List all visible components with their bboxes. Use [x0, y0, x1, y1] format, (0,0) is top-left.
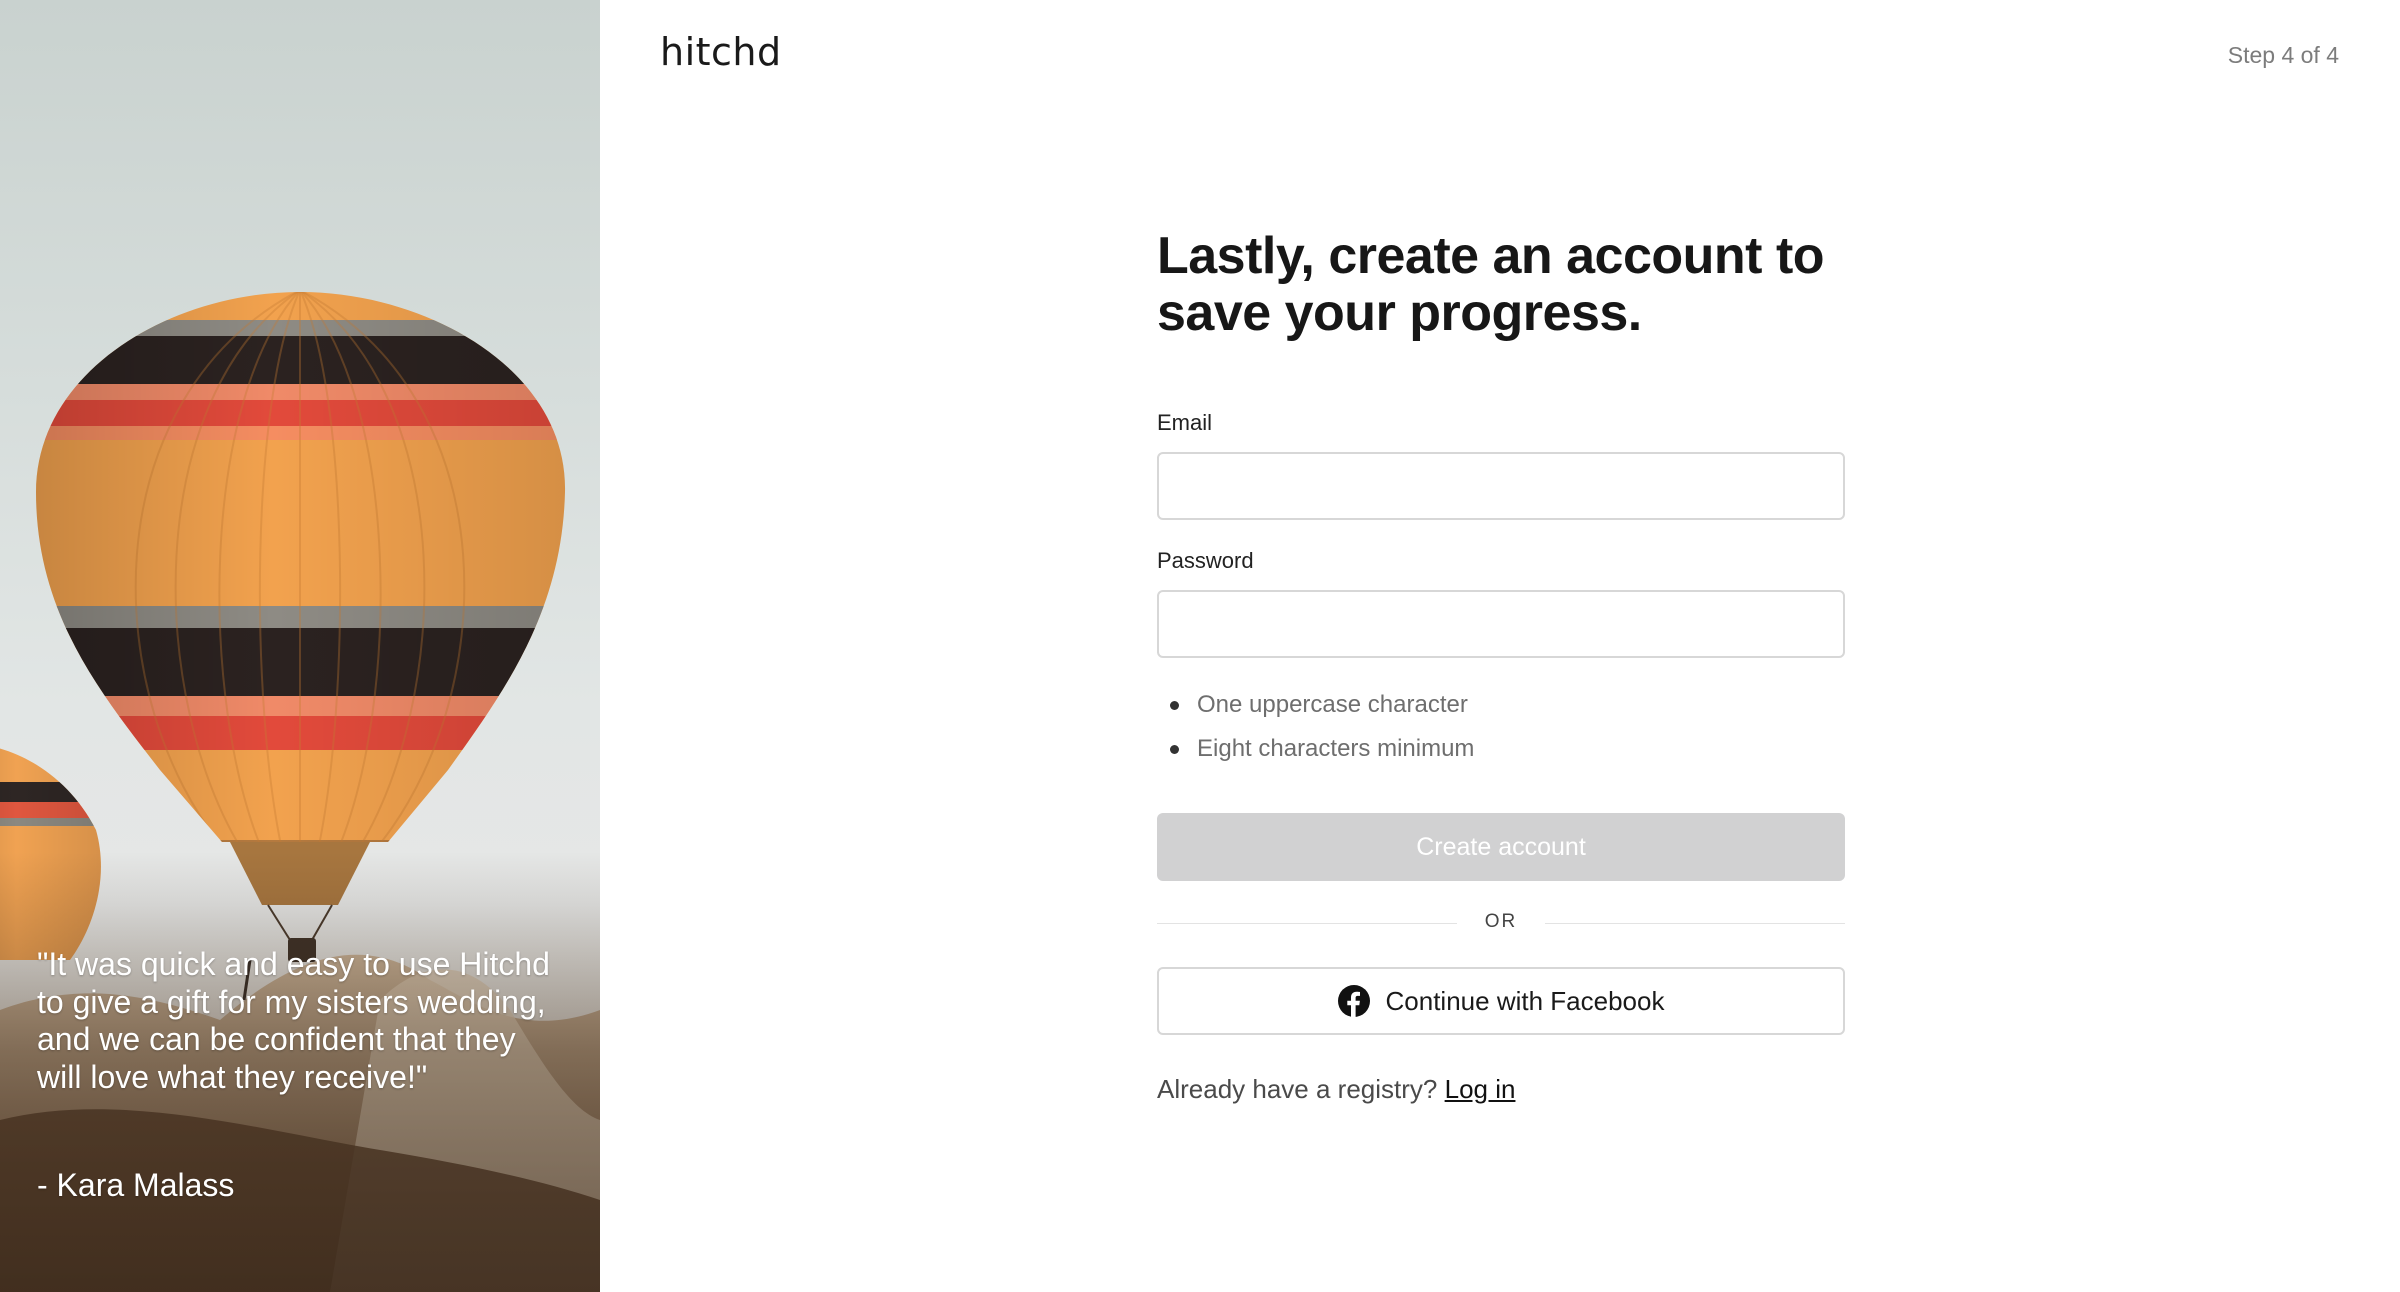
email-label: Email: [1157, 410, 1213, 435]
login-prompt-text: Already have a registry?: [1157, 1074, 1438, 1104]
password-rule-text: Eight characters minimum: [1197, 735, 1475, 762]
password-rule: One uppercase character: [1157, 683, 1474, 727]
page-title: Lastly, create an account to save your p…: [1157, 227, 1825, 342]
step-indicator: Step 4 of 4: [2227, 42, 2339, 68]
email-input[interactable]: [1157, 452, 1845, 520]
create-account-button[interactable]: Create account: [1157, 813, 1845, 881]
testimonial-quote: "It was quick and easy to use Hitchd to …: [37, 946, 550, 1095]
signup-form: Lastly, create an account to save your p…: [1157, 227, 1845, 1104]
hero-panel: "It was quick and easy to use Hitchd to …: [0, 0, 600, 1292]
bullet-dot: [1170, 745, 1179, 754]
hitchd-logo[interactable]: hitchd: [660, 30, 782, 74]
bullet-dot: [1170, 701, 1179, 710]
or-divider: OR: [1157, 908, 1845, 938]
password-label: Password: [1157, 548, 1254, 573]
login-prompt: Already have a registry? Log in: [1157, 1074, 1515, 1105]
divider-line: [1545, 923, 1845, 924]
continue-with-facebook-button[interactable]: Continue with Facebook: [1157, 967, 1845, 1035]
password-input[interactable]: [1157, 590, 1845, 658]
password-rule: Eight characters minimum: [1157, 727, 1474, 771]
login-link[interactable]: Log in: [1445, 1074, 1516, 1104]
testimonial-author: - Kara Malass: [37, 1167, 235, 1203]
password-rules: One uppercase character Eight characters…: [1157, 683, 1474, 771]
facebook-button-label: Continue with Facebook: [1385, 985, 1665, 1016]
divider-text: OR: [1484, 911, 1518, 932]
facebook-icon: [1337, 985, 1370, 1017]
password-rule-text: One uppercase character: [1197, 691, 1468, 718]
